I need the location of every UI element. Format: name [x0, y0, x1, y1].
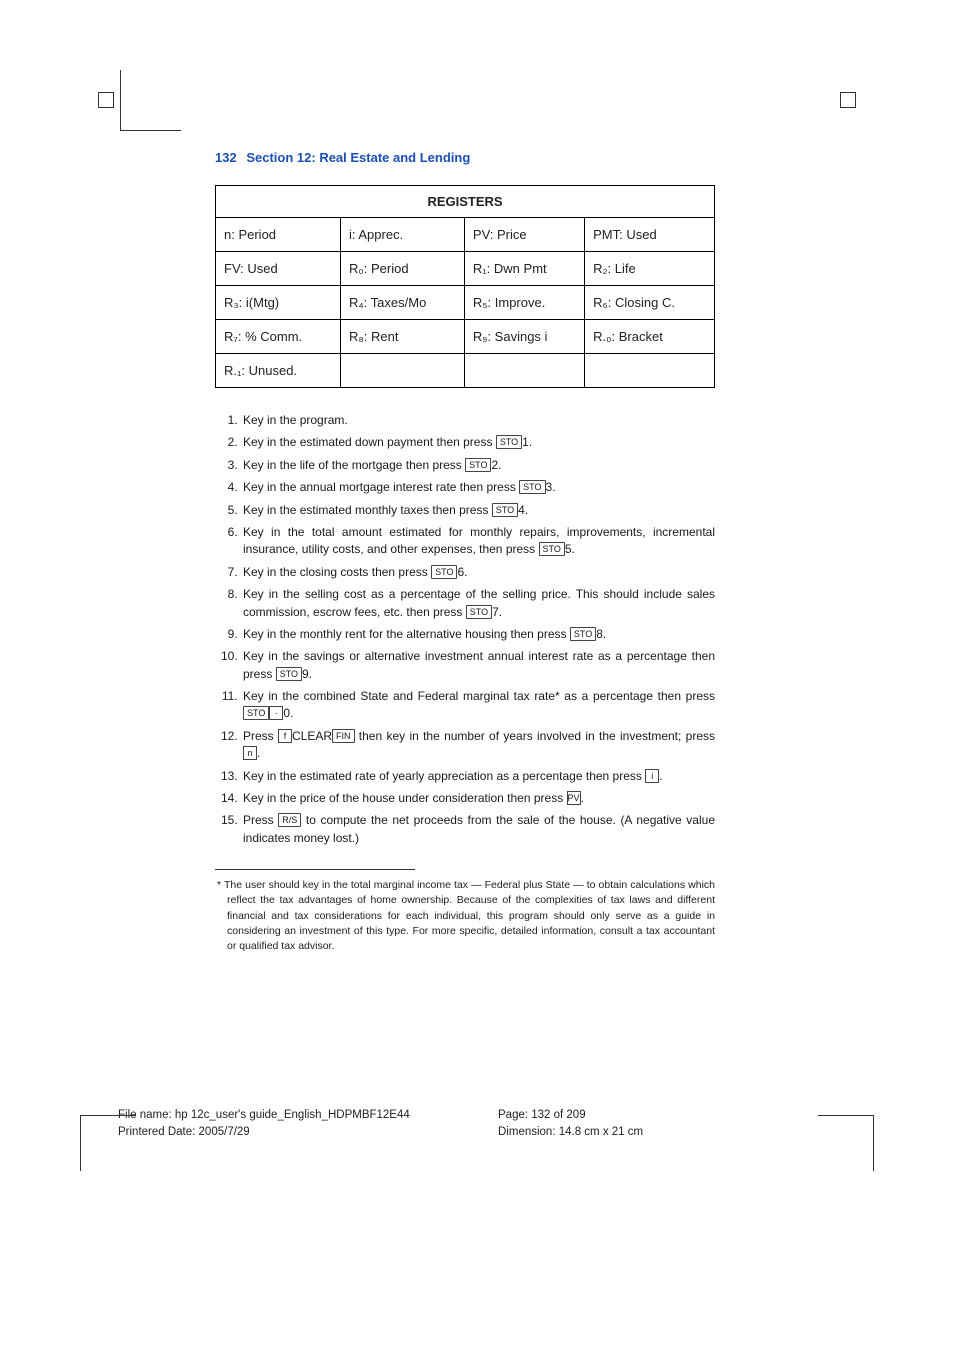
footer-page: Page: 132 of 209 [498, 1107, 643, 1124]
table-row: R.₁: Unused. [216, 354, 715, 388]
cell: PMT: Used [585, 218, 715, 252]
key-PV: PV [567, 791, 581, 805]
key-STO: STO [465, 458, 491, 472]
key-STO: STO [276, 667, 302, 681]
step-item: Key in the price of the house under cons… [241, 790, 715, 807]
step-item: Key in the combined State and Federal ma… [241, 688, 715, 723]
step-item: Press fCLEARFIN then key in the number o… [241, 728, 715, 763]
step-item: Key in the estimated rate of yearly appr… [241, 768, 715, 785]
footnote-text: * The user should key in the total margi… [215, 878, 715, 954]
crop-mark-br [818, 1115, 874, 1171]
cell [464, 354, 584, 388]
cell: R₈: Rent [340, 320, 464, 354]
section-title: Real Estate and Lending [319, 150, 470, 165]
footer-printed: Printered Date: 2005/7/29 [118, 1124, 818, 1141]
step-item: Key in the total amount estimated for mo… [241, 524, 715, 559]
page-content: 132 Section 12: Real Estate and Lending … [215, 150, 715, 954]
step-item: Key in the estimated monthly taxes then … [241, 502, 715, 519]
step-item: Key in the program. [241, 412, 715, 429]
registers-title: REGISTERS [216, 186, 715, 218]
cell: R₂: Life [585, 252, 715, 286]
cell: R.₁: Unused. [216, 354, 341, 388]
cell: R₄: Taxes/Mo [340, 286, 464, 320]
cell: R₅: Improve. [464, 286, 584, 320]
cell: PV: Price [464, 218, 584, 252]
step-item: Key in the closing costs then press STO6… [241, 564, 715, 581]
registers-table: REGISTERS n: Period i: Apprec. PV: Price… [215, 185, 715, 388]
table-row: R₃: i(Mtg) R₄: Taxes/Mo R₅: Improve. R₆:… [216, 286, 715, 320]
key-FIN: FIN [332, 729, 355, 743]
key-STO: STO [492, 503, 518, 517]
key-STO: STO [519, 480, 545, 494]
register-mark-tr [840, 92, 856, 108]
key-·: · [269, 706, 283, 720]
cell: R₇: % Comm. [216, 320, 341, 354]
register-mark-tl [98, 92, 114, 108]
page-number: 132 [215, 150, 237, 165]
key-n: n [243, 746, 257, 760]
cell: n: Period [216, 218, 341, 252]
cell [340, 354, 464, 388]
key-STO: STO [570, 627, 596, 641]
crop-mark-tl [120, 70, 181, 131]
key-i: i [645, 769, 659, 783]
footnote-rule [215, 869, 415, 870]
cell [585, 354, 715, 388]
step-item: Key in the estimated down payment then p… [241, 434, 715, 451]
cell: R₃: i(Mtg) [216, 286, 341, 320]
key-R/S: R/S [278, 813, 301, 827]
step-item: Key in the annual mortgage interest rate… [241, 479, 715, 496]
section-label: Section 12: [246, 150, 315, 165]
cell: R.₀: Bracket [585, 320, 715, 354]
cell: FV: Used [216, 252, 341, 286]
step-item: Key in the selling cost as a percentage … [241, 586, 715, 621]
step-item: Key in the savings or alternative invest… [241, 648, 715, 683]
key-STO: STO [539, 542, 565, 556]
table-row: n: Period i: Apprec. PV: Price PMT: Used [216, 218, 715, 252]
table-row: FV: Used R₀: Period R₁: Dwn Pmt R₂: Life [216, 252, 715, 286]
key-STO: STO [496, 435, 522, 449]
key-STO: STO [466, 605, 492, 619]
table-row: R₇: % Comm. R₈: Rent R₉: Savings i R.₀: … [216, 320, 715, 354]
footer-filename: File name: hp 12c_user's guide_English_H… [118, 1107, 818, 1124]
step-item: Key in the life of the mortgage then pre… [241, 457, 715, 474]
key-STO: STO [431, 565, 457, 579]
cell: R₉: Savings i [464, 320, 584, 354]
cell: i: Apprec. [340, 218, 464, 252]
cell: R₁: Dwn Pmt [464, 252, 584, 286]
step-item: Press R/S to compute the net proceeds fr… [241, 812, 715, 847]
footer-dim: Dimension: 14.8 cm x 21 cm [498, 1124, 643, 1141]
key-f: f [278, 729, 292, 743]
page-footer: File name: hp 12c_user's guide_English_H… [118, 1107, 818, 1142]
steps-list: Key in the program. Key in the estimated … [215, 412, 715, 847]
page-header: 132 Section 12: Real Estate and Lending [215, 150, 715, 165]
step-item: Key in the monthly rent for the alternat… [241, 626, 715, 643]
cell: R₀: Period [340, 252, 464, 286]
key-STO: STO [243, 706, 269, 720]
cell: R₆: Closing C. [585, 286, 715, 320]
